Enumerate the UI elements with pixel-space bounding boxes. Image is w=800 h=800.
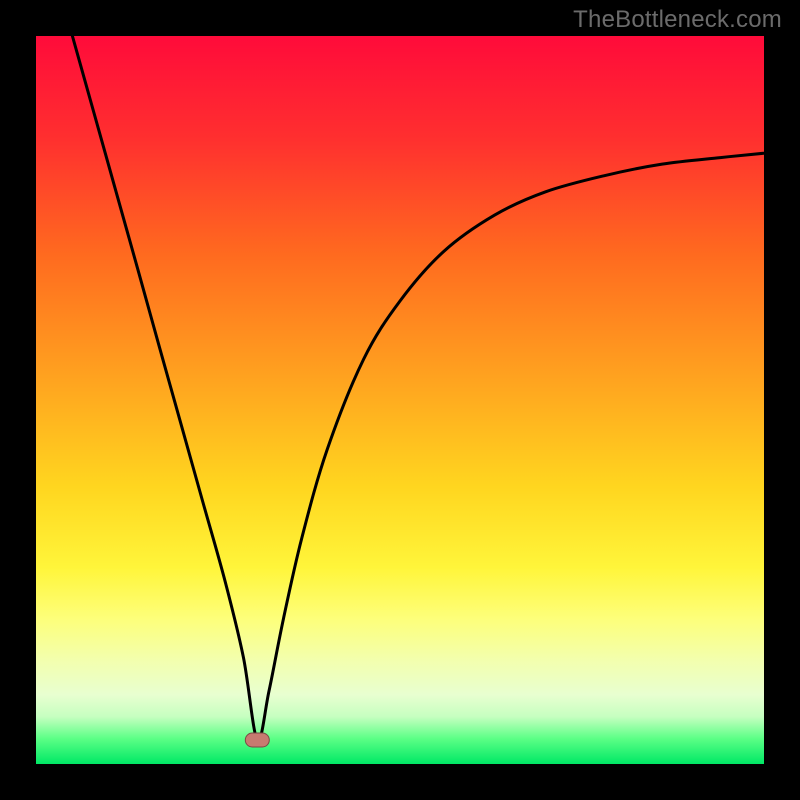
chart-frame: TheBottleneck.com: [0, 0, 800, 800]
watermark-text: TheBottleneck.com: [573, 6, 782, 34]
plot-background: [36, 36, 764, 764]
bottleneck-chart: [0, 0, 800, 800]
optimal-marker: [245, 733, 269, 747]
